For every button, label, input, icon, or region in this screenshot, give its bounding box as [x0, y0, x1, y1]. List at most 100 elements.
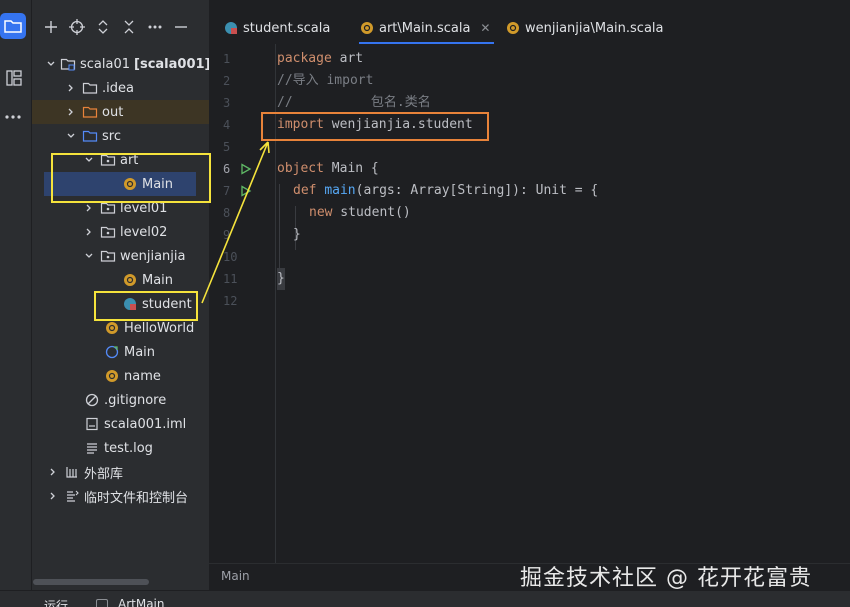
tree-item-label: student [142, 296, 192, 312]
line-number: 8 [223, 206, 231, 220]
gutter-divider [275, 44, 276, 564]
tab-art-main-scala[interactable]: art\Main.scala ✕ [359, 12, 495, 44]
package-icon [100, 248, 116, 264]
indent-guide [279, 184, 280, 272]
tree-row-project-root[interactable]: scala01 [scala001] E: [32, 52, 209, 76]
tree-item-label: 临时文件和控制台 [84, 490, 189, 506]
tree-item-label: .idea [102, 80, 134, 96]
tree-item-label: scala001.iml [104, 416, 187, 432]
chevron-right-icon[interactable] [46, 489, 60, 503]
scala-object-icon [122, 272, 138, 288]
tab-student-scala[interactable]: student.scala [223, 12, 330, 44]
locate-icon[interactable] [64, 14, 90, 40]
run-config-label[interactable]: ArtMain [118, 597, 165, 607]
module-file-icon [84, 416, 100, 432]
tree-item-label: Main [142, 272, 174, 288]
horizontal-scrollbar[interactable] [33, 579, 149, 585]
tree-item-label: name [124, 368, 161, 384]
tree-item-label: art [120, 152, 139, 168]
project-toolbar [32, 14, 209, 40]
tree-item-label: Main [124, 344, 156, 360]
line-number: 5 [223, 140, 231, 154]
code-line-7: def main(args: Array[String]): Unit = { [293, 183, 599, 198]
tree-row-idea[interactable]: .idea [32, 76, 209, 100]
tree-row-src[interactable]: src [32, 124, 209, 148]
chevron-right-icon[interactable] [82, 225, 96, 239]
chevron-down-icon[interactable] [82, 153, 96, 167]
chevron-right-icon[interactable] [46, 465, 60, 479]
code-line-6: object Main { [277, 161, 379, 176]
tree-row-wenjianjia-main[interactable]: Main [32, 268, 209, 292]
tree-row-external-libraries[interactable]: 外部库 [32, 460, 209, 484]
code-line-2: //导入 import [277, 73, 374, 88]
code-line-3: // 包名.类名 [277, 95, 431, 110]
tree-row-level01[interactable]: level01 [32, 196, 209, 220]
tree-item-label: level01 [120, 200, 168, 216]
tab-label: art\Main.scala [379, 20, 471, 36]
editor-gutter: 1 2 3 4 5 6 7 8 9 10 11 12 [209, 48, 275, 568]
line-number: 4 [223, 118, 231, 132]
tree-row-art[interactable]: art [32, 148, 209, 172]
options-icon[interactable] [142, 14, 168, 40]
breadcrumb[interactable]: Main [221, 569, 250, 583]
run-gutter-icon[interactable] [239, 180, 253, 202]
chevron-right-icon[interactable] [82, 201, 96, 215]
chevron-down-icon[interactable] [64, 129, 78, 143]
code-line-8: new student() [309, 205, 411, 220]
more-icon [5, 115, 21, 119]
project-tool-button[interactable] [0, 13, 26, 39]
tree-row-student[interactable]: student [32, 292, 209, 316]
tab-label: wenjianjia\Main.scala [525, 20, 664, 36]
collapse-all-icon[interactable] [116, 14, 142, 40]
close-icon[interactable]: ✕ [480, 21, 490, 35]
tree-row-scratches[interactable]: 临时文件和控制台 [32, 484, 209, 508]
line-number: 1 [223, 52, 231, 66]
more-tools-button[interactable] [0, 104, 26, 130]
structure-tool-button[interactable] [1, 65, 27, 91]
scala-object-icon [359, 20, 375, 36]
chevron-down-icon[interactable] [82, 249, 96, 263]
expand-all-icon[interactable] [90, 14, 116, 40]
run-gutter-icon[interactable] [239, 158, 253, 180]
tree-row-testlog[interactable]: test.log [32, 436, 209, 460]
activity-bar [0, 0, 32, 607]
tab-wenjianjia-main-scala[interactable]: wenjianjia\Main.scala [505, 12, 664, 44]
tree-row-name[interactable]: name [32, 364, 209, 388]
tree-item-label: src [102, 128, 121, 144]
text-file-icon [84, 440, 100, 456]
line-number: 2 [223, 74, 231, 88]
tree-row-level02[interactable]: level02 [32, 220, 209, 244]
hide-panel-icon[interactable] [168, 14, 194, 40]
module-folder-icon [60, 56, 76, 72]
package-icon [100, 152, 116, 168]
editor-tabs: student.scala art\Main.scala ✕ wenjianji… [209, 12, 850, 44]
tab-label: student.scala [243, 20, 331, 36]
run-tool-label[interactable]: 运行 [44, 597, 68, 607]
scala-object-icon [505, 20, 521, 36]
tree-row-out[interactable]: out [32, 100, 209, 124]
tree-row-art-main[interactable]: Main [44, 172, 196, 196]
tree-item-label: level02 [120, 224, 168, 240]
package-icon [100, 224, 116, 240]
line-number: 11 [223, 272, 238, 286]
chevron-down-icon[interactable] [46, 57, 56, 71]
tree-row-iml[interactable]: scala001.iml [32, 412, 209, 436]
package-icon [100, 200, 116, 216]
chevron-right-icon[interactable] [64, 105, 78, 119]
tree-row-wenjianjia[interactable]: wenjianjia [32, 244, 209, 268]
runnable-class-icon [104, 344, 120, 360]
code-line-1: package art [277, 51, 364, 66]
module-name: [scala001] [134, 56, 209, 72]
scala-class-icon [223, 20, 239, 36]
add-icon[interactable] [38, 14, 64, 40]
scala-object-icon [122, 176, 138, 192]
tree-row-gitignore[interactable]: .gitignore [32, 388, 209, 412]
chevron-right-icon[interactable] [64, 81, 78, 95]
tree-row-helloworld[interactable]: HelloWorld [32, 316, 209, 340]
project-name: scala01 [80, 56, 131, 72]
scala-object-icon [104, 368, 120, 384]
line-number: 9 [223, 228, 231, 242]
folder-icon [4, 20, 22, 33]
tree-row-main-class[interactable]: Main [32, 340, 209, 364]
tree-item-label: test.log [104, 440, 153, 456]
